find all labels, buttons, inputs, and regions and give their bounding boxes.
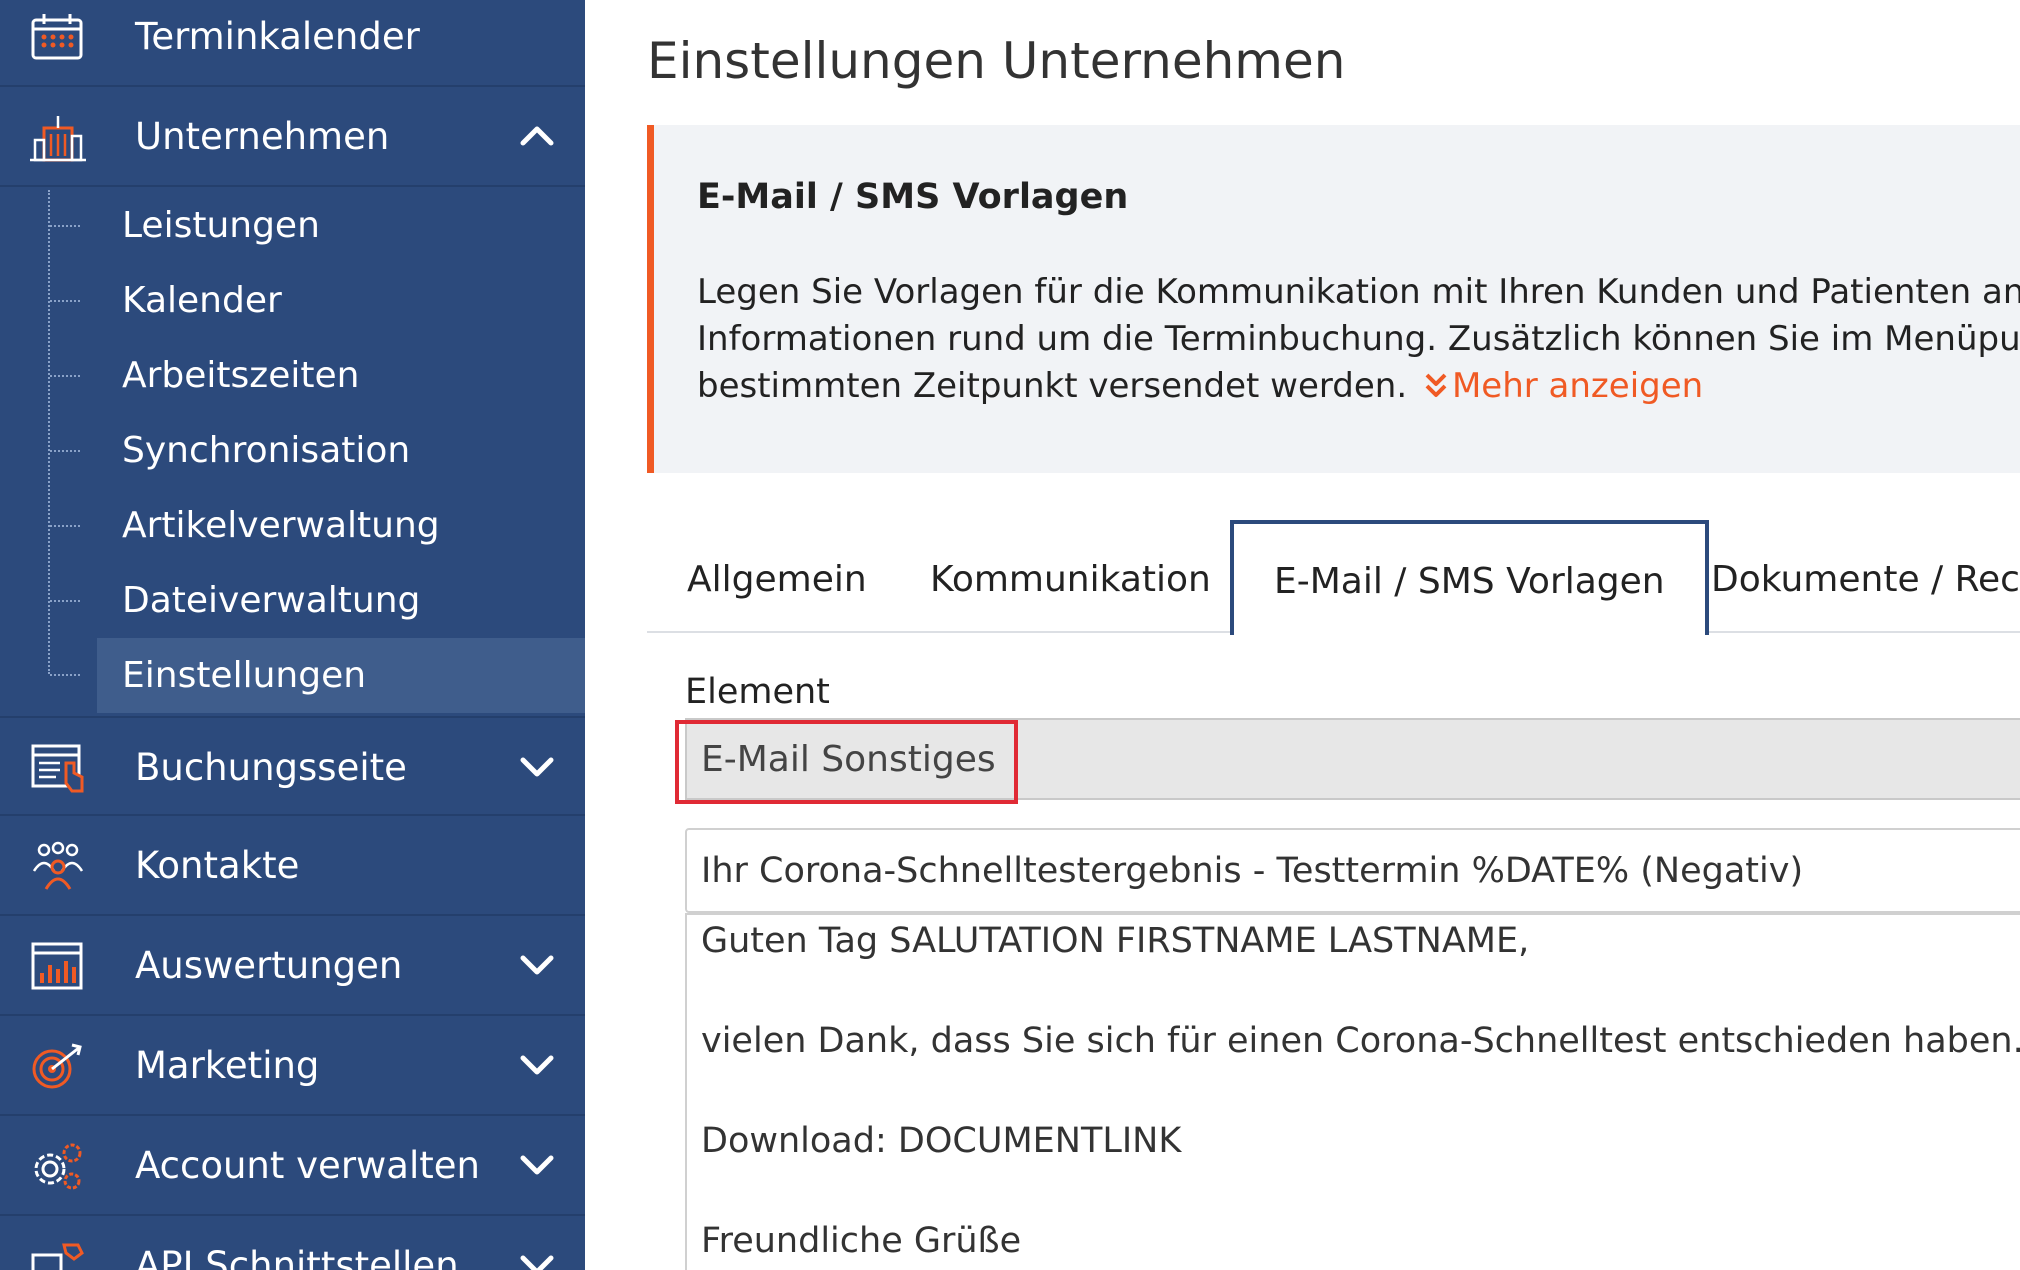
- message-body-textarea[interactable]: Guten Tag SALUTATION FIRSTNAME LASTNAME,…: [685, 913, 2020, 1270]
- contacts-icon: [32, 841, 84, 890]
- sidebar: Terminkalender Unternehmen Leistungen Ka…: [0, 0, 585, 1270]
- body-line: Download: DOCUMENTLINK: [701, 1121, 1182, 1161]
- sidebar-subitem-kalender[interactable]: Kalender: [97, 263, 585, 338]
- tree-connector: [50, 674, 80, 676]
- tab-kommunikation[interactable]: Kommunikation: [930, 520, 1211, 633]
- sidebar-subitem-label: Dateiverwaltung: [122, 580, 421, 621]
- sidebar-item-auswertungen[interactable]: Auswertungen: [0, 916, 585, 1016]
- double-chevron-down-icon: [1425, 373, 1447, 397]
- element-label: Element: [685, 672, 830, 712]
- gears-icon: [34, 1143, 82, 1190]
- chevron-down-icon[interactable]: [519, 1050, 555, 1080]
- chevron-down-icon[interactable]: [519, 752, 555, 782]
- body-line: Guten Tag SALUTATION FIRSTNAME LASTNAME,: [701, 921, 1530, 961]
- statistics-icon: [31, 942, 83, 990]
- subject-input[interactable]: [685, 828, 2020, 913]
- info-text: Legen Sie Vorlagen für die Kommunikation…: [697, 269, 2020, 410]
- info-text-line: Informationen rund um die Terminbuchung.…: [697, 319, 2020, 359]
- chevron-up-icon[interactable]: [519, 121, 555, 151]
- info-title: E-Mail / SMS Vorlagen: [697, 177, 1129, 217]
- tree-connector: [50, 525, 80, 527]
- api-icon: [31, 1243, 84, 1270]
- tree-connector: [50, 375, 80, 377]
- tab-allgemein[interactable]: Allgemein: [687, 520, 867, 633]
- show-more-label: Mehr anzeigen: [1451, 366, 1704, 406]
- sidebar-subitem-artikelverwaltung[interactable]: Artikelverwaltung: [97, 488, 585, 563]
- main-content: Einstellungen Unternehmen E-Mail / SMS V…: [585, 0, 2020, 1270]
- chevron-down-icon[interactable]: [519, 950, 555, 980]
- sidebar-item-label: Terminkalender: [135, 15, 420, 58]
- chevron-down-icon[interactable]: [519, 1250, 555, 1270]
- sidebar-item-buchungsseite[interactable]: Buchungsseite: [0, 716, 585, 816]
- sidebar-subitem-label: Kalender: [122, 280, 282, 321]
- tree-connector: [50, 450, 80, 452]
- calendar-icon: [31, 14, 83, 60]
- sidebar-item-unternehmen[interactable]: Unternehmen: [0, 87, 585, 187]
- tab-email-sms-vorlagen[interactable]: E-Mail / SMS Vorlagen: [1230, 520, 1709, 635]
- sidebar-subitem-label: Einstellungen: [122, 655, 367, 696]
- settings-tabs: Allgemein Kommunikation E-Mail / SMS Vor…: [647, 520, 2020, 635]
- sidebar-subitem-leistungen[interactable]: Leistungen: [97, 188, 585, 263]
- info-text-line: Legen Sie Vorlagen für die Kommunikation…: [697, 272, 2020, 312]
- sidebar-subitem-label: Leistungen: [122, 205, 320, 246]
- info-box: E-Mail / SMS Vorlagen Legen Sie Vorlagen…: [647, 125, 2020, 473]
- body-line: Freundliche Grüße: [701, 1221, 1022, 1261]
- sidebar-item-label: API Schnittstellen: [135, 1244, 459, 1270]
- element-select-value: E-Mail Sonstiges: [701, 739, 996, 780]
- sidebar-item-label: Auswertungen: [135, 944, 403, 987]
- info-text-line-last: bestimmten Zeitpunkt versendet werden. M…: [697, 363, 2020, 410]
- chevron-down-icon[interactable]: [519, 1150, 555, 1180]
- building-icon: [30, 116, 86, 162]
- body-line: vielen Dank, dass Sie sich für einen Cor…: [701, 1021, 2020, 1061]
- sidebar-item-marketing[interactable]: Marketing: [0, 1016, 585, 1116]
- tree-connector: [50, 600, 80, 602]
- sidebar-subitem-label: Arbeitszeiten: [122, 355, 360, 396]
- sidebar-item-label: Account verwalten: [135, 1144, 480, 1187]
- sidebar-subitem-arbeitszeiten[interactable]: Arbeitszeiten: [97, 338, 585, 413]
- info-text-line: bestimmten Zeitpunkt versendet werden.: [697, 366, 1408, 406]
- tab-dokumente-rechnungen[interactable]: Dokumente / Rechn: [1711, 520, 2020, 633]
- page-title: Einstellungen Unternehmen: [647, 32, 1346, 90]
- sidebar-subitem-synchronisation[interactable]: Synchronisation: [97, 413, 585, 488]
- sidebar-item-api-schnittstellen[interactable]: API Schnittstellen: [0, 1216, 585, 1270]
- sidebar-item-account-verwalten[interactable]: Account verwalten: [0, 1116, 585, 1216]
- sidebar-item-terminkalender[interactable]: Terminkalender: [0, 0, 585, 87]
- sidebar-item-label: Unternehmen: [135, 115, 390, 158]
- sidebar-item-label: Kontakte: [135, 844, 300, 887]
- sidebar-subitem-label: Synchronisation: [122, 430, 411, 471]
- element-select[interactable]: E-Mail Sonstiges: [685, 718, 2020, 800]
- tree-connector: [50, 300, 80, 302]
- booking-page-icon: [31, 744, 84, 793]
- sidebar-subitem-label: Artikelverwaltung: [122, 505, 440, 546]
- sidebar-item-kontakte[interactable]: Kontakte: [0, 816, 585, 916]
- show-more-link[interactable]: Mehr anzeigen: [1418, 366, 1703, 406]
- sidebar-subitem-dateiverwaltung[interactable]: Dateiverwaltung: [97, 563, 585, 638]
- target-icon: [32, 1043, 82, 1089]
- tree-connector: [50, 225, 80, 227]
- sidebar-item-label: Buchungsseite: [135, 746, 407, 789]
- sidebar-subitem-einstellungen[interactable]: Einstellungen: [97, 638, 585, 713]
- sidebar-item-label: Marketing: [135, 1044, 320, 1087]
